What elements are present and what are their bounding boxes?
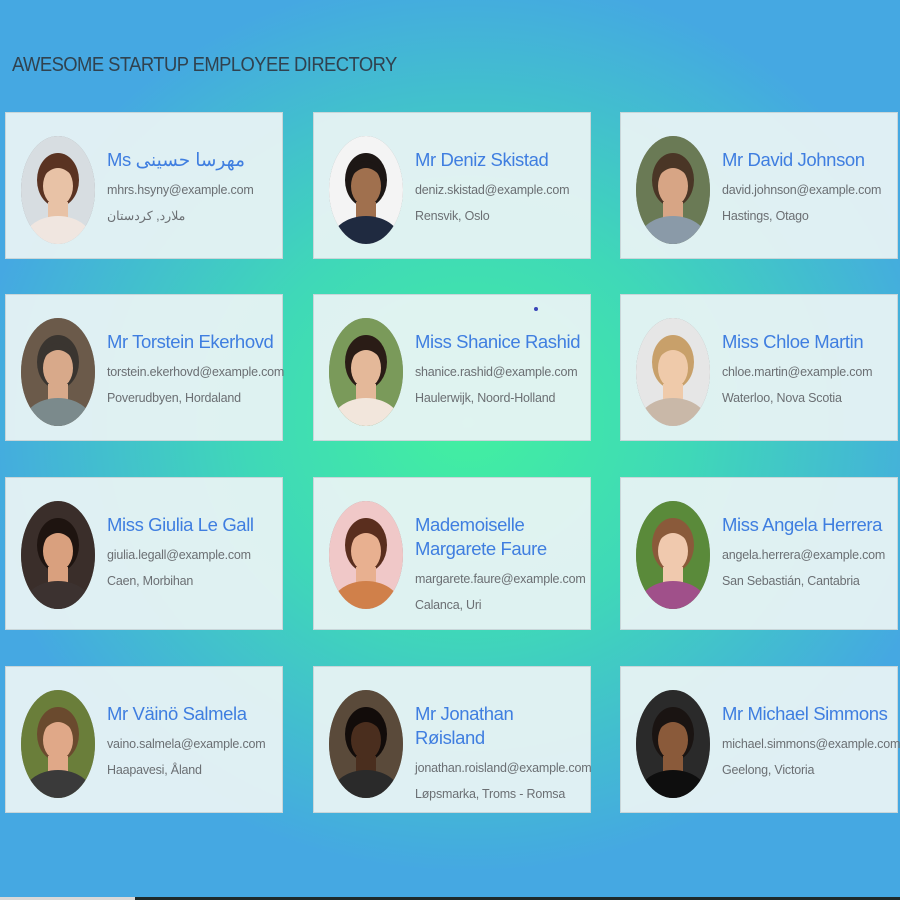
employee-email: torstein.ekerhovd@example.com xyxy=(107,365,285,379)
employee-card[interactable]: Ms مهرسا حسینی mhrs.hsyny@example.com مل… xyxy=(5,112,283,259)
employee-location: Waterloo, Nova Scotia xyxy=(722,391,842,405)
employee-email: giulia.legall@example.com xyxy=(107,548,251,562)
employee-name[interactable]: Mr Torstein Ekerhovd xyxy=(107,330,276,354)
employee-email: michael.simmons@example.com xyxy=(722,737,900,751)
employee-location: San Sebastián, Cantabria xyxy=(722,574,860,588)
employee-avatar xyxy=(21,690,95,798)
employee-email: david.johnson@example.com xyxy=(722,183,882,197)
employee-card[interactable]: Miss Chloe Martin chloe.martin@example.c… xyxy=(620,294,898,441)
employee-email: shanice.rashid@example.com xyxy=(415,365,578,379)
employee-avatar xyxy=(329,318,403,426)
employee-location: Calanca, Uri xyxy=(415,598,482,612)
employee-location: Hastings, Otago xyxy=(722,209,809,223)
employee-name[interactable]: Miss Shanice Rashid xyxy=(415,330,584,354)
employee-avatar xyxy=(636,318,710,426)
employee-location: Haulerwijk, Noord-Holland xyxy=(415,391,556,405)
employee-name[interactable]: Miss Giulia Le Gall xyxy=(107,513,276,537)
employee-email: margarete.faure@example.com xyxy=(415,572,586,586)
employee-email: vaino.salmela@example.com xyxy=(107,737,266,751)
employee-email: chloe.martin@example.com xyxy=(722,365,873,379)
employee-name[interactable]: Mr Jonathan Røisland xyxy=(415,702,584,750)
employee-location: Poverudbyen, Hordaland xyxy=(107,391,241,405)
employee-location: Rensvik, Oslo xyxy=(415,209,490,223)
employee-avatar xyxy=(636,136,710,244)
employee-name[interactable]: Mademoiselle Margarete Faure xyxy=(415,513,584,561)
employee-avatar xyxy=(329,136,403,244)
employee-email: jonathan.roisland@example.com xyxy=(415,761,592,775)
employee-card[interactable]: Mr Michael Simmons michael.simmons@examp… xyxy=(620,666,900,813)
employee-name[interactable]: Miss Angela Herrera xyxy=(722,513,891,537)
employee-card[interactable]: Mr Torstein Ekerhovd torstein.ekerhovd@e… xyxy=(5,294,285,441)
employee-name[interactable]: Ms مهرسا حسینی xyxy=(107,148,276,172)
employee-card[interactable]: Mr Väinö Salmela vaino.salmela@example.c… xyxy=(5,666,283,813)
employee-location: ملارد, کردستان xyxy=(107,209,186,223)
employee-card[interactable]: Mr Deniz Skistad deniz.skistad@example.c… xyxy=(313,112,591,259)
cursor-dot xyxy=(534,307,538,311)
employee-card[interactable]: Mademoiselle Margarete Faure margarete.f… xyxy=(313,477,591,630)
employee-location: Haapavesi, Åland xyxy=(107,763,202,777)
employee-avatar xyxy=(21,501,95,609)
employee-name[interactable]: Mr David Johnson xyxy=(722,148,891,172)
employee-avatar xyxy=(21,318,95,426)
employee-card[interactable]: Miss Angela Herrera angela.herrera@examp… xyxy=(620,477,898,630)
employee-avatar xyxy=(21,136,95,244)
employee-name[interactable]: Mr Väinö Salmela xyxy=(107,702,276,726)
employee-name[interactable]: Mr Michael Simmons xyxy=(722,702,891,726)
employee-email: angela.herrera@example.com xyxy=(722,548,886,562)
employee-avatar xyxy=(329,501,403,609)
employee-location: Caen, Morbihan xyxy=(107,574,194,588)
employee-card[interactable]: Mr David Johnson david.johnson@example.c… xyxy=(620,112,898,259)
employee-name[interactable]: Mr Deniz Skistad xyxy=(415,148,584,172)
employee-avatar xyxy=(636,690,710,798)
employee-avatar xyxy=(636,501,710,609)
employee-card[interactable]: Mr Jonathan Røisland jonathan.roisland@e… xyxy=(313,666,592,813)
employee-card[interactable]: Miss Giulia Le Gall giulia.legall@exampl… xyxy=(5,477,283,630)
employee-name[interactable]: Miss Chloe Martin xyxy=(722,330,891,354)
employee-grid: Ms مهرسا حسینی mhrs.hsyny@example.com مل… xyxy=(0,0,900,900)
employee-location: Løpsmarka, Troms - Romsa xyxy=(415,787,566,801)
employee-avatar xyxy=(329,690,403,798)
employee-location: Geelong, Victoria xyxy=(722,763,815,777)
employee-card[interactable]: Miss Shanice Rashid shanice.rashid@examp… xyxy=(313,294,591,441)
employee-email: mhrs.hsyny@example.com xyxy=(107,183,254,197)
employee-email: deniz.skistad@example.com xyxy=(415,183,570,197)
